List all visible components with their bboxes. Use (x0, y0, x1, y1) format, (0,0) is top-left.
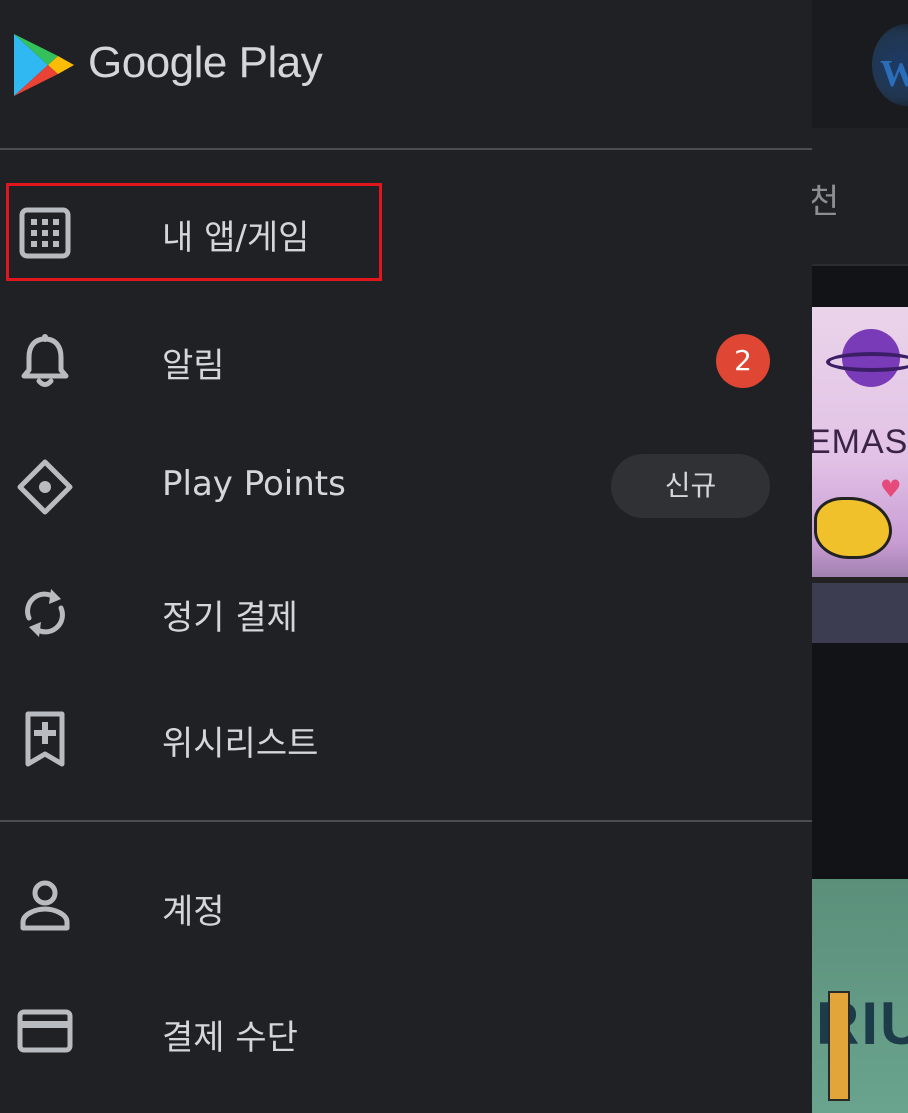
menu-item-subscriptions[interactable]: 정기 결제 (0, 552, 812, 672)
heart-icon: ♥ (880, 475, 902, 503)
menu-label-notifications: 알림 (162, 346, 225, 386)
google-play-logo-icon (14, 34, 74, 96)
diamond-icon (14, 456, 76, 518)
card-title-fragment: EMAS (812, 423, 908, 461)
menu-item-account[interactable]: 계정 (0, 846, 812, 966)
person-icon (14, 874, 76, 936)
menu-item-payment[interactable]: 결제 수단 (0, 972, 812, 1092)
menu-item-wishlist[interactable]: 위시리스트 (0, 678, 812, 798)
menu-label-subscriptions: 정기 결제 (162, 598, 298, 638)
background-app-card-2[interactable]: RIU (812, 879, 908, 1113)
menu-item-notifications[interactable]: 알림 (0, 300, 812, 420)
background-app-card[interactable]: EMAS ♥ (812, 307, 908, 643)
header-divider (0, 148, 812, 150)
navigation-drawer: Google Play 내 앱/게임 알림 2 Play Points 신규 정… (0, 0, 812, 1113)
credit-card-icon (14, 1000, 76, 1062)
selection-highlight-box (6, 183, 382, 281)
menu-label-play-points: Play Points (162, 464, 346, 504)
drawer-header: Google Play (0, 0, 812, 150)
brand-name: Google Play (88, 38, 323, 87)
menu-label-payment: 결제 수단 (162, 1018, 298, 1058)
new-tag-pill: 신규 (611, 454, 770, 518)
pencil-illustration (828, 991, 850, 1101)
menu-label-account: 계정 (162, 892, 225, 932)
bell-icon (14, 330, 76, 392)
bookmark-add-icon (14, 708, 76, 770)
refresh-icon (14, 582, 76, 644)
film-strip-illustration (812, 577, 908, 643)
avatar-glyph: W (880, 53, 908, 95)
notification-count-badge: 2 (716, 334, 770, 388)
menu-label-wishlist: 위시리스트 (162, 724, 319, 764)
section-divider (0, 820, 812, 822)
hand-illustration (814, 497, 892, 559)
planet-ring (826, 352, 908, 372)
background-tab-label[interactable]: 천 (808, 174, 839, 223)
